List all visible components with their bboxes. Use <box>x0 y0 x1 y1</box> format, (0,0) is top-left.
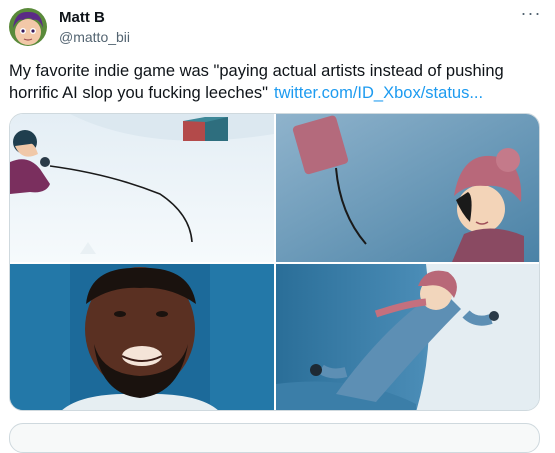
avatar-image <box>9 8 47 46</box>
media-tile-3[interactable] <box>10 264 274 410</box>
child-sliding-snow-image <box>276 264 539 410</box>
user-handle[interactable]: @matto_bii <box>59 28 130 46</box>
man-beard-portrait-image <box>10 264 274 410</box>
more-options-icon[interactable]: ··· <box>519 4 543 26</box>
media-grid <box>9 113 540 411</box>
girl-pink-hat-image <box>276 114 539 262</box>
media-tile-1[interactable] <box>10 114 274 262</box>
tweet-link[interactable]: twitter.com/ID_Xbox/status... <box>274 84 483 102</box>
media-tile-4[interactable] <box>276 264 539 410</box>
quoted-tweet-card[interactable] <box>9 423 540 453</box>
snow-scene-microphone-image <box>10 114 274 262</box>
tweet-text: My favorite indie game was "paying actua… <box>9 60 539 104</box>
avatar[interactable] <box>9 8 47 46</box>
display-name[interactable]: Matt B <box>59 9 130 27</box>
media-tile-2[interactable] <box>276 114 539 262</box>
tweet-author: Matt B @matto_bii <box>59 9 130 46</box>
